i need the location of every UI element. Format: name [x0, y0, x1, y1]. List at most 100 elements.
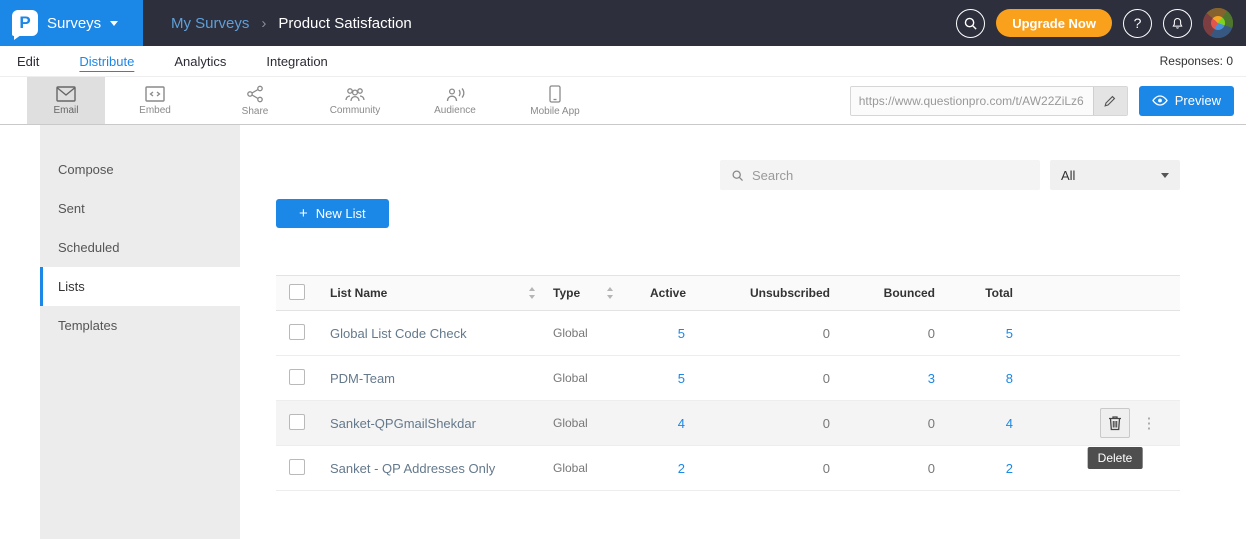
- delete-list-button[interactable]: Delete: [1100, 408, 1130, 438]
- toolbar-item-community[interactable]: Community: [305, 77, 405, 124]
- total-count[interactable]: 5: [949, 326, 1027, 341]
- embed-icon: [145, 86, 165, 102]
- email-icon: [56, 86, 76, 102]
- toolbar-item-mobile-app[interactable]: Mobile App: [505, 77, 605, 124]
- tab-distribute[interactable]: Distribute: [79, 54, 134, 69]
- list-name-link[interactable]: Sanket-QPGmailShekdar: [330, 416, 476, 431]
- column-header-type[interactable]: Type: [553, 286, 580, 300]
- questionpro-logo-icon: P: [12, 10, 38, 36]
- table-row: PDM-Team Global 5 0 3 8: [276, 356, 1180, 401]
- column-header-list-name[interactable]: List Name: [330, 286, 387, 300]
- responses-count: Responses: 0: [1160, 54, 1233, 68]
- total-count[interactable]: 2: [949, 461, 1027, 476]
- bounced-count[interactable]: 3: [844, 371, 949, 386]
- plus-icon: +: [299, 205, 308, 222]
- new-list-button[interactable]: + New List: [276, 199, 389, 228]
- sidebar-item-scheduled[interactable]: Scheduled: [40, 228, 240, 267]
- column-header-unsubscribed: Unsubscribed: [699, 286, 844, 300]
- sidebar-item-sent[interactable]: Sent: [40, 189, 240, 228]
- help-icon[interactable]: ?: [1123, 9, 1152, 38]
- search-input[interactable]: [752, 168, 1029, 183]
- tab-edit[interactable]: Edit: [17, 54, 39, 69]
- column-header-total: Total: [949, 286, 1027, 300]
- breadcrumb-my-surveys[interactable]: My Surveys: [171, 15, 249, 32]
- active-count[interactable]: 2: [650, 461, 699, 476]
- tab-integration[interactable]: Integration: [266, 54, 327, 69]
- eye-icon: [1152, 95, 1168, 106]
- row-checkbox[interactable]: [289, 414, 305, 430]
- list-name-link[interactable]: Sanket - QP Addresses Only: [330, 461, 495, 476]
- list-filter-value: All: [1061, 168, 1075, 183]
- unsubscribed-count: 0: [699, 326, 844, 341]
- preview-button[interactable]: Preview: [1139, 86, 1234, 116]
- user-avatar[interactable]: [1203, 8, 1233, 38]
- active-count[interactable]: 5: [650, 371, 699, 386]
- column-header-bounced: Bounced: [844, 286, 949, 300]
- search-icon[interactable]: [956, 9, 985, 38]
- row-checkbox[interactable]: [289, 459, 305, 475]
- list-name-link[interactable]: Global List Code Check: [330, 326, 467, 341]
- list-type: Global: [553, 461, 650, 475]
- delete-tooltip: Delete: [1088, 447, 1143, 469]
- row-checkbox[interactable]: [289, 369, 305, 385]
- bounced-count: 0: [844, 461, 949, 476]
- unsubscribed-count: 0: [699, 416, 844, 431]
- survey-url-input[interactable]: [851, 87, 1093, 115]
- sort-icon[interactable]: [606, 287, 614, 299]
- search-icon: [731, 169, 744, 182]
- unsubscribed-count: 0: [699, 371, 844, 386]
- surveys-menu-label: Surveys: [47, 15, 101, 32]
- row-checkbox[interactable]: [289, 324, 305, 340]
- bounced-count: 0: [844, 416, 949, 431]
- community-icon: [344, 86, 366, 102]
- breadcrumb: My Surveys › Product Satisfaction: [171, 15, 412, 32]
- row-more-menu-icon[interactable]: ⋮: [1140, 414, 1158, 432]
- page-title: Product Satisfaction: [278, 15, 411, 32]
- breadcrumb-chevron-icon: ›: [261, 15, 266, 32]
- table-row: Sanket - QP Addresses Only Global 2 0 0 …: [276, 446, 1180, 491]
- tab-analytics[interactable]: Analytics: [174, 54, 226, 69]
- list-type: Global: [553, 416, 650, 430]
- lists-table: List Name Type Active Unsubscribed Bounc…: [276, 275, 1180, 491]
- share-icon: [246, 85, 264, 103]
- bounced-count: 0: [844, 326, 949, 341]
- sidebar-item-templates[interactable]: Templates: [40, 306, 240, 345]
- sidebar-item-lists[interactable]: Lists: [40, 267, 240, 306]
- sort-icon[interactable]: [528, 287, 536, 299]
- toolbar-item-audience[interactable]: Audience: [405, 77, 505, 124]
- email-sidebar: Compose Sent Scheduled Lists Templates: [40, 125, 240, 539]
- trash-icon: [1108, 415, 1122, 431]
- survey-link-box: [850, 86, 1128, 116]
- chevron-down-icon: [1161, 173, 1169, 178]
- total-count[interactable]: 4: [949, 416, 1027, 431]
- distribute-toolbar: Email Embed Share Community Audience Mob…: [0, 77, 1246, 125]
- total-count[interactable]: 8: [949, 371, 1027, 386]
- list-type: Global: [553, 371, 650, 385]
- app-header: P Surveys My Surveys › Product Satisfact…: [0, 0, 1246, 46]
- table-header-row: List Name Type Active Unsubscribed Bounc…: [276, 275, 1180, 311]
- toolbar-item-email[interactable]: Email: [27, 77, 105, 124]
- new-list-label: New List: [316, 206, 366, 221]
- sidebar-item-compose[interactable]: Compose: [40, 150, 240, 189]
- toolbar-item-embed[interactable]: Embed: [105, 77, 205, 124]
- notifications-bell-icon[interactable]: [1163, 9, 1192, 38]
- list-name-link[interactable]: PDM-Team: [330, 371, 395, 386]
- list-type: Global: [553, 326, 650, 340]
- list-filter-dropdown[interactable]: All: [1050, 160, 1180, 190]
- audience-icon: [444, 86, 466, 102]
- lists-search-box: [720, 160, 1040, 190]
- preview-label: Preview: [1175, 93, 1221, 108]
- table-row: Sanket-QPGmailShekdar Global 4 0 0 4 Del…: [276, 401, 1180, 446]
- upgrade-now-button[interactable]: Upgrade Now: [996, 9, 1112, 37]
- unsubscribed-count: 0: [699, 461, 844, 476]
- active-count[interactable]: 4: [650, 416, 699, 431]
- chevron-down-icon: [110, 21, 118, 26]
- surveys-menu[interactable]: P Surveys: [0, 0, 143, 46]
- toolbar-item-share[interactable]: Share: [205, 77, 305, 124]
- pencil-icon: [1103, 94, 1117, 108]
- column-header-active: Active: [650, 286, 699, 300]
- mobile-app-icon: [549, 85, 561, 103]
- select-all-checkbox[interactable]: [289, 284, 305, 300]
- active-count[interactable]: 5: [650, 326, 699, 341]
- edit-url-button[interactable]: [1093, 87, 1127, 115]
